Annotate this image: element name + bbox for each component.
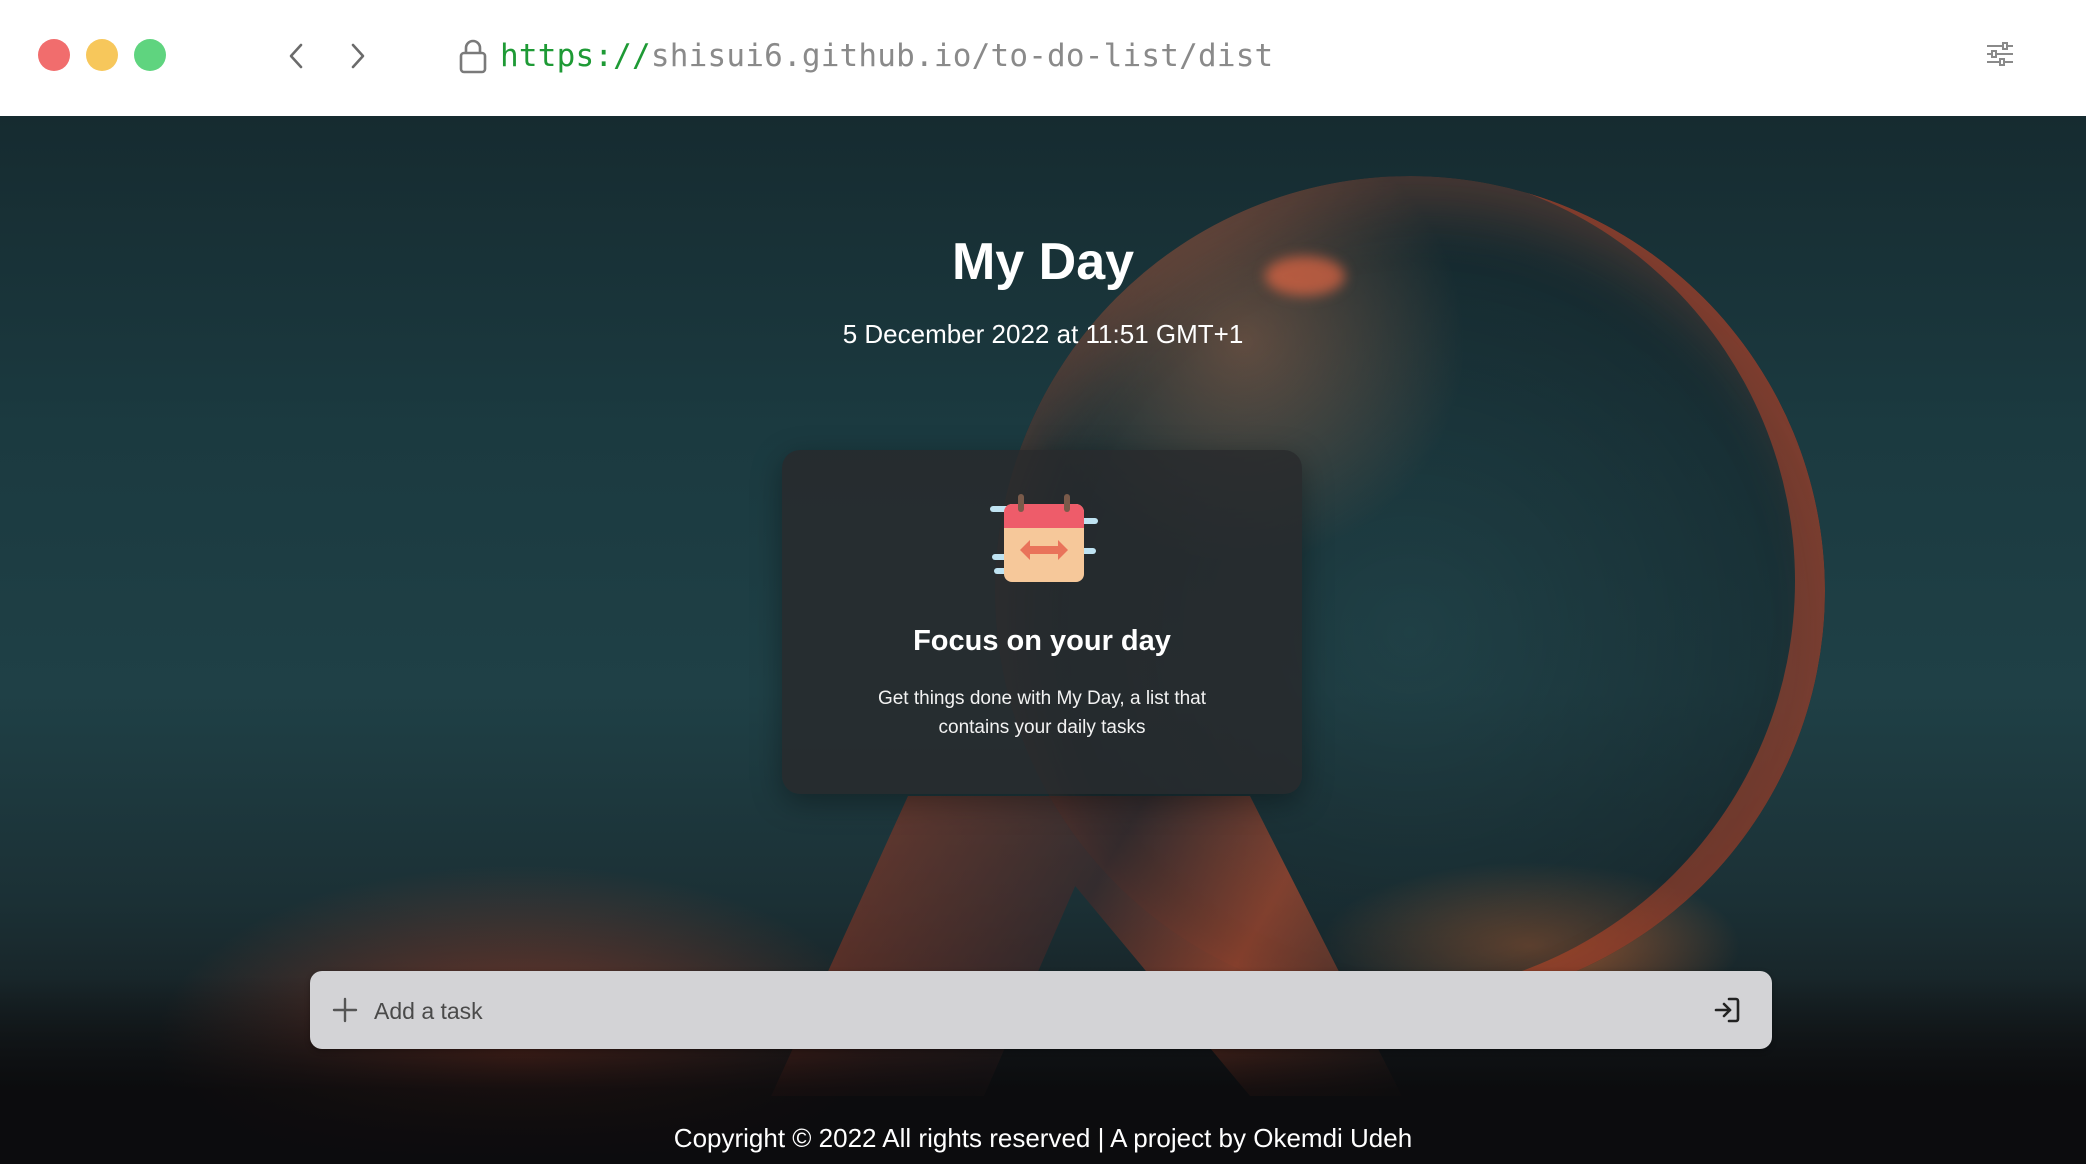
page-date: 5 December 2022 at 11:51 GMT+1 [842, 319, 1244, 349]
card-description: Get things done with My Day, a list that… [877, 688, 1207, 738]
focus-card: Focus on your day Get things done with M… [782, 450, 1302, 794]
url-path: shisui6.github.io/to-do-list/dist [650, 38, 1274, 74]
calendar-icon [990, 494, 1098, 582]
url-scheme: https:// [500, 38, 651, 74]
sliders-icon[interactable] [1984, 38, 2016, 70]
chevron-left-icon [289, 43, 303, 69]
add-task-input[interactable] [372, 983, 1676, 1039]
forward-button[interactable] [340, 36, 376, 76]
back-button[interactable] [278, 36, 314, 76]
card-title: Focus on your day [913, 625, 1171, 657]
lock-icon [459, 39, 487, 74]
address-bar[interactable]: https://shisui6.github.io/to-do-list/dis… [500, 32, 1273, 80]
chevron-right-icon [351, 43, 365, 69]
page-viewport: My Day 5 December 2022 at 11:51 GMT+1 Fo… [0, 116, 2086, 1164]
window-minimize-button[interactable] [86, 39, 118, 71]
window-close-button[interactable] [38, 39, 70, 71]
browser-toolbar: https://shisui6.github.io/to-do-list/dis… [0, 0, 2086, 116]
add-task-bar [310, 971, 1772, 1049]
plus-icon[interactable] [330, 995, 360, 1025]
page-title: My Day [951, 233, 1135, 291]
footer-copyright: Copyright © 2022 All rights reserved | A… [673, 1123, 1413, 1153]
window-maximize-button[interactable] [134, 39, 166, 71]
sign-in-icon[interactable] [1712, 995, 1742, 1025]
